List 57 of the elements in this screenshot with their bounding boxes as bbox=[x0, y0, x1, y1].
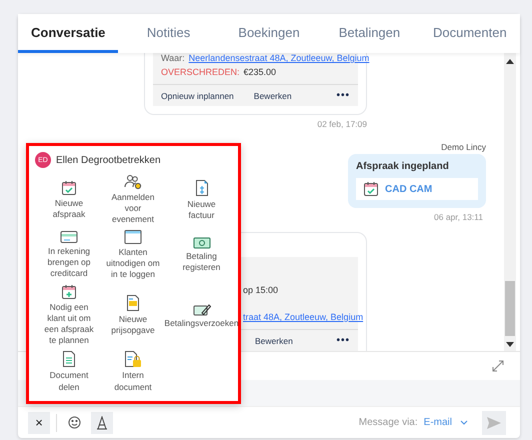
field-label: Waar: bbox=[161, 53, 185, 64]
calendar-icon bbox=[61, 180, 77, 196]
sender-name: Demo Lincy bbox=[441, 142, 486, 152]
close-button[interactable]: × bbox=[28, 412, 50, 434]
chevron-down-icon bbox=[460, 420, 468, 425]
action-link[interactable]: Opnieuw inplannen bbox=[161, 90, 234, 100]
smiley-icon bbox=[68, 416, 80, 429]
banknote-icon bbox=[192, 236, 210, 249]
calendar-icon bbox=[61, 284, 77, 300]
quick-action[interactable]: Nieuwe factuur bbox=[165, 178, 238, 221]
quick-action[interactable]: In rekening brengen op creditcard bbox=[37, 230, 101, 280]
address-link[interactable]: Neerlandensestraat 48A, Zoutleeuw, Belgium bbox=[188, 53, 370, 64]
action-link[interactable]: Bewerken bbox=[255, 336, 293, 346]
quick-action[interactable]: Nieuwe afspraak bbox=[37, 180, 101, 220]
expand-icon[interactable] bbox=[492, 360, 504, 372]
more-button[interactable]: ••• bbox=[336, 90, 350, 101]
quick-action[interactable]: Klanten uitnodigen om in te loggen bbox=[101, 229, 165, 280]
message-title: Afspraak ingepland bbox=[356, 161, 450, 172]
credit-card-icon bbox=[60, 230, 78, 244]
scrollbar[interactable] bbox=[504, 53, 516, 351]
contact-name: Ellen Degrootbetrekken bbox=[56, 154, 161, 166]
people-icon bbox=[124, 174, 142, 190]
send-icon bbox=[487, 416, 501, 428]
quick-action[interactable]: Intern document bbox=[101, 350, 165, 393]
quote-document-icon bbox=[126, 294, 140, 312]
tab[interactable]: Notities bbox=[118, 14, 219, 53]
calendar-icon bbox=[363, 181, 379, 197]
quick-action[interactable]: Aanmelden voor evenement bbox=[101, 174, 165, 226]
text-format-icon bbox=[96, 416, 108, 430]
scroll-up-icon[interactable] bbox=[506, 59, 514, 64]
locked-document-icon bbox=[124, 350, 142, 368]
quick-action[interactable]: Nodig een klant uit om een afspraak te plannen bbox=[37, 284, 101, 346]
appointment-name: CAD CAM bbox=[385, 184, 432, 194]
appointment-time: op 15:00 bbox=[243, 285, 278, 296]
tab[interactable]: Betalingen bbox=[319, 14, 420, 53]
tab[interactable]: Boekingen bbox=[218, 14, 320, 53]
timestamp: 02 feb, 17:09 bbox=[316, 119, 367, 129]
channel-label: Message via: bbox=[358, 417, 418, 428]
more-button[interactable]: ••• bbox=[336, 335, 350, 346]
quick-action[interactable]: Nieuwe prijsopgave bbox=[101, 294, 165, 336]
amount: €235.00 bbox=[244, 67, 276, 78]
tab[interactable]: Documenten bbox=[420, 14, 520, 53]
timestamp: 06 apr, 13:11 bbox=[434, 212, 483, 222]
status-label: OVERSCHREDEN: bbox=[161, 67, 240, 78]
action-link[interactable]: Bewerken bbox=[254, 90, 292, 100]
browser-window-icon bbox=[124, 229, 142, 246]
scrollbar-thumb[interactable] bbox=[505, 281, 515, 336]
quick-action[interactable]: Document delen bbox=[37, 350, 101, 393]
scroll-down-icon[interactable] bbox=[506, 342, 514, 347]
tab[interactable]: Conversatie bbox=[18, 14, 118, 53]
document-icon bbox=[62, 350, 76, 368]
card-pen-icon bbox=[192, 302, 210, 316]
text-format-button[interactable] bbox=[91, 412, 113, 434]
address-link[interactable]: traat 48A, Zoutleeuw, Belgium bbox=[243, 312, 364, 323]
invoice-icon bbox=[194, 178, 208, 197]
quick-action[interactable]: Betalingsverzoeken bbox=[165, 302, 238, 329]
quick-action[interactable]: Betaling registeren bbox=[165, 236, 238, 273]
